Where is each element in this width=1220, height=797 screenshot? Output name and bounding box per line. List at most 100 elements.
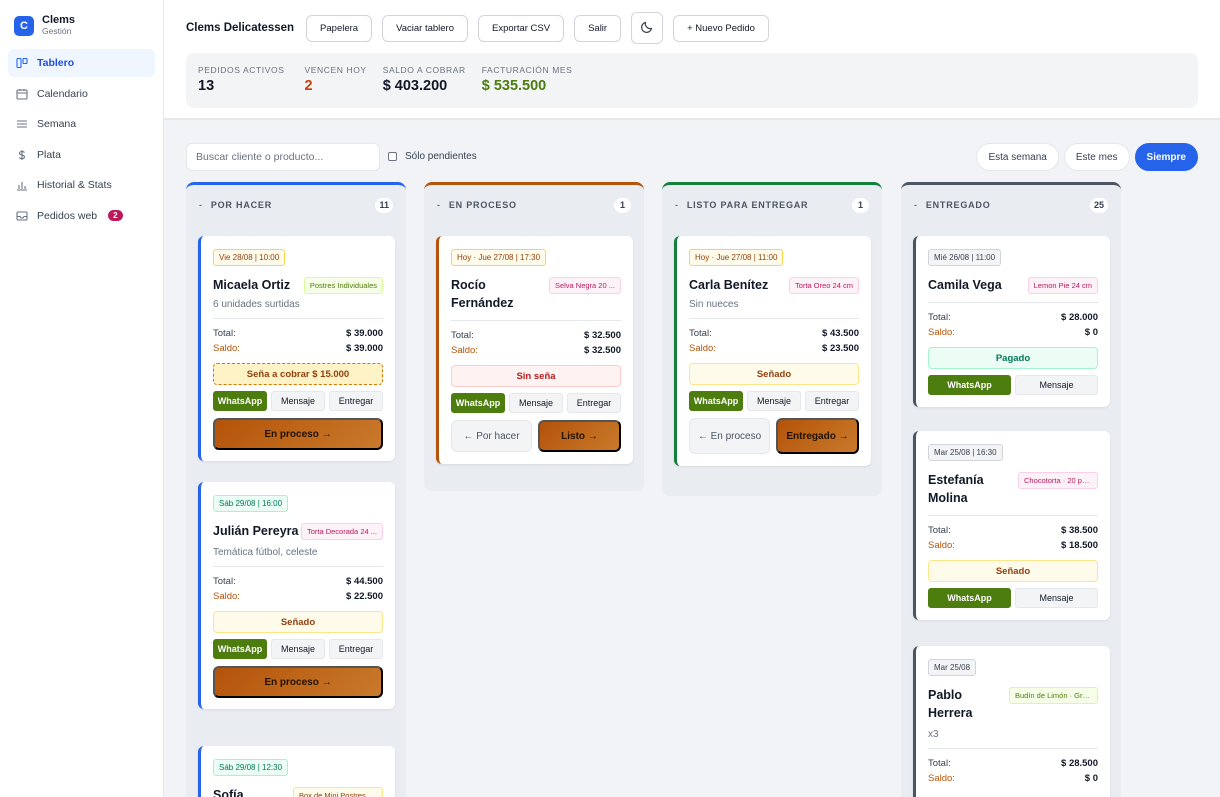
customer-name: Carla Benítez bbox=[689, 278, 769, 292]
due-date-tag: Vie 28/08 | 10:00 bbox=[213, 249, 286, 266]
move-forward-button[interactable]: En proceso → bbox=[213, 666, 383, 698]
saldo-label: Saldo: bbox=[928, 773, 955, 784]
whatsapp-button[interactable]: WhatsApp bbox=[928, 375, 1011, 395]
deliver-button[interactable]: Entregar bbox=[329, 639, 383, 659]
export-csv-button[interactable]: Exportar CSV bbox=[478, 14, 565, 42]
brand-subtitle: Gestión bbox=[42, 26, 72, 36]
sidebar-item-pedidos-web[interactable]: Pedidos web 2 bbox=[8, 202, 155, 230]
column-title: EN PROCESO bbox=[448, 200, 517, 210]
message-button[interactable]: Mensaje bbox=[747, 391, 801, 411]
stat-active-orders: PEDIDOS ACTIVOS 13 bbox=[198, 65, 284, 96]
only-pending-checkbox[interactable] bbox=[388, 152, 397, 161]
stat-label: VENCEN HOY bbox=[304, 65, 367, 75]
filter-bar: Sólo pendientes Esta semana Este mes Sie… bbox=[186, 142, 1198, 172]
collapse-icon[interactable]: - bbox=[199, 200, 203, 210]
list-icon bbox=[16, 118, 28, 130]
deposit-status[interactable]: Seña a cobrar $ 15.000 bbox=[213, 363, 383, 385]
sidebar-item-plata[interactable]: Plata bbox=[8, 141, 155, 169]
card-actions: WhatsApp Mensaje Entregar bbox=[213, 391, 383, 411]
search-input[interactable] bbox=[186, 143, 380, 171]
product-tag: Chocotorta · 20 po... bbox=[1018, 472, 1098, 489]
message-button[interactable]: Mensaje bbox=[1015, 375, 1098, 395]
total-row: Total: $ 28.500 bbox=[928, 756, 1098, 771]
divider bbox=[928, 748, 1098, 749]
card-moves: ← Por hacer Listo → bbox=[451, 420, 621, 464]
total-row: Total: $ 43.500 bbox=[689, 326, 859, 341]
range-this-month[interactable]: Este mes bbox=[1063, 143, 1130, 171]
collapse-icon[interactable]: - bbox=[437, 200, 441, 210]
move-back-button[interactable]: ← En proceso bbox=[689, 418, 770, 454]
clear-board-button[interactable]: Vaciar tablero bbox=[382, 14, 468, 42]
move-back-button[interactable]: ← Por hacer bbox=[451, 420, 532, 452]
deliver-button[interactable]: Entregar bbox=[567, 393, 621, 413]
trash-button[interactable]: Papelera bbox=[306, 14, 373, 42]
brand[interactable]: C Clems Gestión bbox=[0, 0, 163, 49]
message-button[interactable]: Mensaje bbox=[271, 391, 325, 411]
only-pending-toggle[interactable]: Sólo pendientes bbox=[388, 151, 477, 162]
stat-label: SALDO A COBRAR bbox=[382, 65, 466, 75]
move-forward-button[interactable]: En proceso → bbox=[213, 418, 383, 450]
move-forward-button[interactable]: Entregado → bbox=[776, 418, 859, 454]
sidebar-item-label: Tablero bbox=[37, 57, 75, 69]
range-always[interactable]: Siempre bbox=[1134, 143, 1198, 171]
message-button[interactable]: Mensaje bbox=[509, 393, 563, 413]
deliver-button[interactable]: Entregar bbox=[805, 391, 859, 411]
customer-name: Estefanía Molina bbox=[928, 473, 984, 505]
whatsapp-button[interactable]: WhatsApp bbox=[928, 588, 1011, 608]
order-note: Sin nueces bbox=[689, 299, 739, 310]
range-this-week[interactable]: Esta semana bbox=[976, 143, 1059, 171]
sidebar-item-historial[interactable]: Historial & Stats bbox=[8, 171, 155, 199]
order-card[interactable]: Hoy · Jue 27/08 | 11:00 Carla Benítez To… bbox=[674, 236, 871, 466]
collapse-icon[interactable]: - bbox=[675, 200, 679, 210]
theme-toggle-button[interactable] bbox=[631, 12, 664, 44]
whatsapp-button[interactable]: WhatsApp bbox=[451, 393, 505, 413]
sidebar-item-label: Historial & Stats bbox=[37, 179, 112, 191]
column-header: - EN PROCESO 1 bbox=[424, 185, 644, 225]
total-row: Total: $ 28.000 bbox=[928, 310, 1098, 325]
sidebar-item-tablero[interactable]: Tablero bbox=[8, 49, 155, 77]
order-card[interactable]: Vie 28/08 | 10:00 Micaela Ortiz Postres … bbox=[198, 236, 395, 461]
move-forward-button[interactable]: Listo → bbox=[538, 420, 621, 452]
collapse-icon[interactable]: - bbox=[914, 200, 918, 210]
deposit-status[interactable]: Señado bbox=[213, 611, 383, 633]
product-tag: Postres Individuales bbox=[303, 277, 383, 294]
saldo-value: $ 0 bbox=[1084, 327, 1098, 338]
deliver-button[interactable]: Entregar bbox=[329, 391, 383, 411]
order-card[interactable]: Mié 26/08 | 11:00 Camila Vega Lemon Pie … bbox=[913, 236, 1110, 407]
notification-badge: 2 bbox=[108, 210, 123, 221]
whatsapp-button[interactable]: WhatsApp bbox=[213, 391, 267, 411]
order-note: Temática fútbol, celeste bbox=[213, 547, 318, 558]
header: Clems Delicatessen Papelera Vaciar table… bbox=[164, 0, 1220, 120]
order-card[interactable]: Sáb 29/08 | 12:30 Sofía Box de Mini Post… bbox=[198, 746, 395, 797]
column-title: ENTREGADO bbox=[925, 200, 991, 210]
logout-button[interactable]: Salir bbox=[574, 14, 622, 42]
whatsapp-button[interactable]: WhatsApp bbox=[213, 639, 267, 659]
order-card[interactable]: Mar 25/08 | 16:30 Estefanía Molina Choco… bbox=[913, 431, 1110, 620]
saldo-row: Saldo: $ 0 bbox=[928, 325, 1098, 340]
due-date-tag: Hoy · Jue 27/08 | 17:30 bbox=[451, 249, 547, 266]
message-button[interactable]: Mensaje bbox=[271, 639, 325, 659]
deposit-status[interactable]: Sin seña bbox=[451, 365, 621, 387]
order-card[interactable]: Mar 25/08 Pablo Herrera Budín de Limón ·… bbox=[913, 646, 1110, 797]
sidebar-item-label: Pedidos web bbox=[37, 209, 98, 222]
whatsapp-button[interactable]: WhatsApp bbox=[689, 391, 743, 411]
sidebar-item-semana[interactable]: Semana bbox=[8, 110, 155, 138]
message-button[interactable]: Mensaje bbox=[1015, 588, 1098, 608]
customer-name: Sofía bbox=[213, 788, 244, 797]
order-card[interactable]: Sáb 29/08 | 16:00 Julián Pereyra Torta D… bbox=[198, 482, 395, 709]
column-count: 25 bbox=[1089, 197, 1108, 213]
saldo-value: $ 0 bbox=[1084, 773, 1098, 784]
new-order-button[interactable]: + Nuevo Pedido bbox=[673, 14, 769, 42]
saldo-value: $ 32.500 bbox=[584, 345, 621, 356]
card-moves: En proceso → bbox=[213, 418, 383, 461]
sidebar-item-label: Semana bbox=[37, 118, 77, 130]
payment-status[interactable]: Pagado bbox=[928, 347, 1098, 369]
total-value: $ 28.000 bbox=[1061, 312, 1098, 323]
customer-name: Rocío Fernández bbox=[451, 278, 514, 310]
deposit-status[interactable]: Señado bbox=[928, 560, 1098, 582]
customer-name: Pablo Herrera bbox=[928, 688, 973, 720]
saldo-value: $ 22.500 bbox=[346, 591, 383, 602]
deposit-status[interactable]: Señado bbox=[689, 363, 859, 385]
sidebar-item-calendario[interactable]: Calendario bbox=[8, 80, 155, 108]
order-card[interactable]: Hoy · Jue 27/08 | 17:30 Rocío Fernández … bbox=[436, 236, 633, 464]
